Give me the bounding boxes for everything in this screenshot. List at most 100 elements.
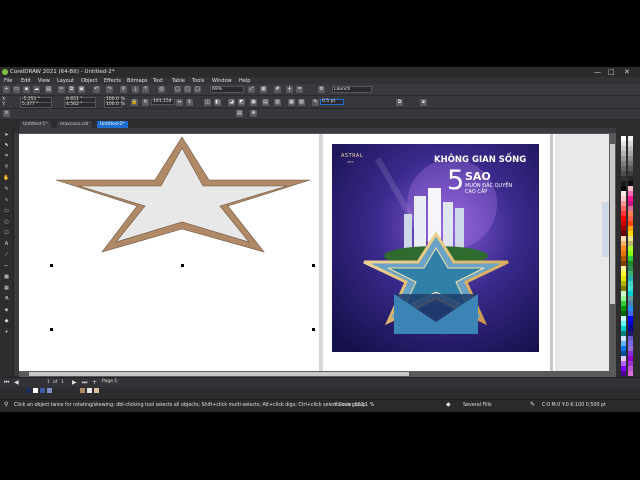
selected-star-shape[interactable] — [51, 134, 311, 264]
palette-swatch[interactable] — [628, 371, 633, 376]
cloud-icon[interactable]: ☁ — [33, 86, 40, 93]
add-page-icon[interactable]: + — [92, 379, 97, 386]
doc-color-lightblue[interactable] — [47, 388, 52, 393]
parallel-dimension-icon[interactable]: ⟋ — [3, 252, 10, 258]
artistic-media-icon[interactable]: ∿ — [3, 197, 10, 203]
connector-tool-icon[interactable]: ⌐ — [3, 263, 10, 269]
freehand-tool-icon[interactable]: ✎ — [3, 186, 10, 192]
mirror-horizontal-icon[interactable]: ⇔ — [176, 99, 183, 106]
vertical-scrollbar[interactable] — [609, 134, 616, 371]
doc-color-navy[interactable] — [26, 388, 31, 393]
outline-width-field[interactable]: 0.5 pt — [320, 99, 344, 105]
snap-icon[interactable]: ▢ — [194, 86, 201, 93]
options-gear-icon[interactable]: ⚙ — [318, 86, 325, 93]
poster-image[interactable]: ASTRAL CITY KHÔNG GIAN SỐNG 5 SAO MUÔN Đ… — [332, 144, 539, 352]
snap-to-icon[interactable]: ⌗ — [296, 86, 303, 93]
align-icon[interactable]: ▦ — [288, 99, 295, 106]
trace-icon[interactable]: ▢ — [184, 86, 191, 93]
create-boundary-icon[interactable]: ▥ — [274, 99, 281, 106]
doc-color-white[interactable] — [33, 388, 38, 393]
open-icon[interactable]: ▭ — [13, 86, 20, 93]
polygon-tool-icon[interactable]: ⬠ — [3, 230, 10, 236]
import-icon[interactable]: ⤓ — [132, 86, 139, 93]
doc-color-black[interactable] — [54, 388, 59, 393]
smart-fill-icon[interactable]: ◆ — [3, 318, 10, 324]
publish-pdf-icon[interactable]: ▢ — [174, 86, 181, 93]
shape-tool-icon[interactable]: ⬉ — [3, 142, 10, 148]
zoom-level-select[interactable]: 69% — [210, 86, 244, 93]
last-page-icon[interactable]: ⏭ — [82, 379, 87, 387]
back-minus-front-icon[interactable]: ▤ — [262, 99, 269, 106]
palette-swatch[interactable] — [621, 371, 626, 376]
close-button[interactable]: ✕ — [624, 68, 630, 76]
launch-dropdown[interactable]: Launch — [332, 86, 372, 93]
to-back-icon[interactable]: ⧈ — [420, 99, 427, 106]
selection-handle-ml[interactable] — [50, 328, 53, 331]
drawing-workspace[interactable]: ➤ — [19, 134, 616, 371]
prev-page-icon[interactable]: ◀ — [14, 379, 19, 386]
guidelines-icon[interactable]: ┼ — [286, 86, 293, 93]
doc-color-lightgray[interactable] — [87, 388, 92, 393]
rotation-angle-field[interactable]: 191.154 — [151, 99, 175, 105]
pan-tool-icon[interactable]: ✋ — [3, 175, 10, 181]
tab-untitled-2[interactable]: Untitled-2* — [97, 121, 128, 128]
undo-icon[interactable]: ↶ — [93, 86, 100, 93]
save-icon[interactable]: ▪ — [23, 86, 30, 93]
paste-icon[interactable]: ▣ — [78, 86, 85, 93]
first-page-icon[interactable]: ⏮ — [4, 379, 9, 387]
quick-customize-icon[interactable]: ⊕ — [250, 110, 257, 117]
add-tool-icon[interactable]: + — [3, 329, 10, 335]
new-document-icon[interactable]: + — [3, 86, 10, 93]
lock-ratio-icon[interactable]: 🔒 — [131, 99, 138, 106]
ellipse-tool-icon[interactable]: ○ — [3, 219, 10, 225]
outline-width-icon[interactable]: ✎ — [312, 99, 319, 106]
export-icon[interactable]: ⤒ — [142, 86, 149, 93]
copy-icon[interactable]: ⧉ — [68, 86, 75, 93]
next-page-icon[interactable]: ▶ — [72, 379, 77, 386]
wrap-text-icon[interactable]: ▤ — [236, 110, 243, 117]
doc-color-beige[interactable] — [94, 388, 99, 393]
scale-height-field[interactable]: 100.0 — [104, 102, 122, 108]
selection-handle-tr[interactable] — [312, 264, 315, 267]
pick-tool-icon[interactable]: ➤ — [3, 132, 10, 138]
interactive-fill-icon[interactable]: ◈ — [3, 307, 10, 313]
tab-maxcoco[interactable]: maxcoco.cdr — [57, 121, 92, 128]
selection-handle-tl[interactable] — [50, 264, 53, 267]
selection-handle-tc[interactable] — [181, 264, 184, 267]
page-tab[interactable]: Page 1 — [100, 379, 120, 384]
front-minus-back-icon[interactable]: ▣ — [250, 99, 257, 106]
grid-icon[interactable]: # — [274, 86, 281, 93]
redo-icon[interactable]: ↷ — [106, 86, 113, 93]
crop-tool-icon[interactable]: ⌗ — [3, 153, 10, 159]
page-view-icon[interactable]: ▦ — [260, 86, 267, 93]
arrange-icon[interactable]: ▧ — [298, 99, 305, 106]
horizontal-scroll-thumb[interactable] — [29, 372, 409, 376]
position-y-field[interactable]: 5.377 " — [20, 102, 52, 108]
rectangle-tool-icon[interactable]: ▭ — [3, 208, 10, 214]
height-field[interactable]: 4.562 " — [64, 102, 96, 108]
cut-icon[interactable]: ✂ — [58, 86, 65, 93]
current-page-number[interactable]: 1 — [47, 380, 50, 385]
rotate-icon[interactable]: ↻ — [142, 99, 149, 106]
doc-color-blue[interactable] — [40, 388, 45, 393]
doc-color-tan[interactable] — [80, 388, 85, 393]
simplify-icon[interactable]: ◩ — [238, 99, 245, 106]
full-screen-icon[interactable]: ⤢ — [248, 86, 255, 93]
search-icon[interactable]: ⚲ — [120, 86, 127, 93]
drop-shadow-icon[interactable]: ▩ — [3, 274, 10, 280]
mirror-vertical-icon[interactable]: ⇕ — [186, 99, 193, 106]
print-icon[interactable]: ▤ — [45, 86, 52, 93]
minimize-button[interactable]: — — [594, 68, 601, 76]
vertical-scroll-thumb[interactable] — [610, 144, 615, 304]
zoom-tool-icon[interactable]: ⚲ — [3, 164, 10, 170]
eyedropper-icon[interactable]: ⚗ — [3, 296, 10, 302]
close-doc-icon[interactable]: × — [3, 110, 10, 117]
trim-icon[interactable]: ◧ — [214, 99, 221, 106]
to-front-icon[interactable]: ⧉ — [396, 99, 403, 106]
transparency-icon[interactable]: ▦ — [3, 285, 10, 291]
maximize-button[interactable]: □ — [608, 68, 615, 76]
intersect-icon[interactable]: ◪ — [228, 99, 235, 106]
weld-icon[interactable]: ◫ — [204, 99, 211, 106]
selection-handle-mr[interactable] — [312, 328, 315, 331]
text-tool-icon[interactable]: A — [3, 241, 10, 247]
